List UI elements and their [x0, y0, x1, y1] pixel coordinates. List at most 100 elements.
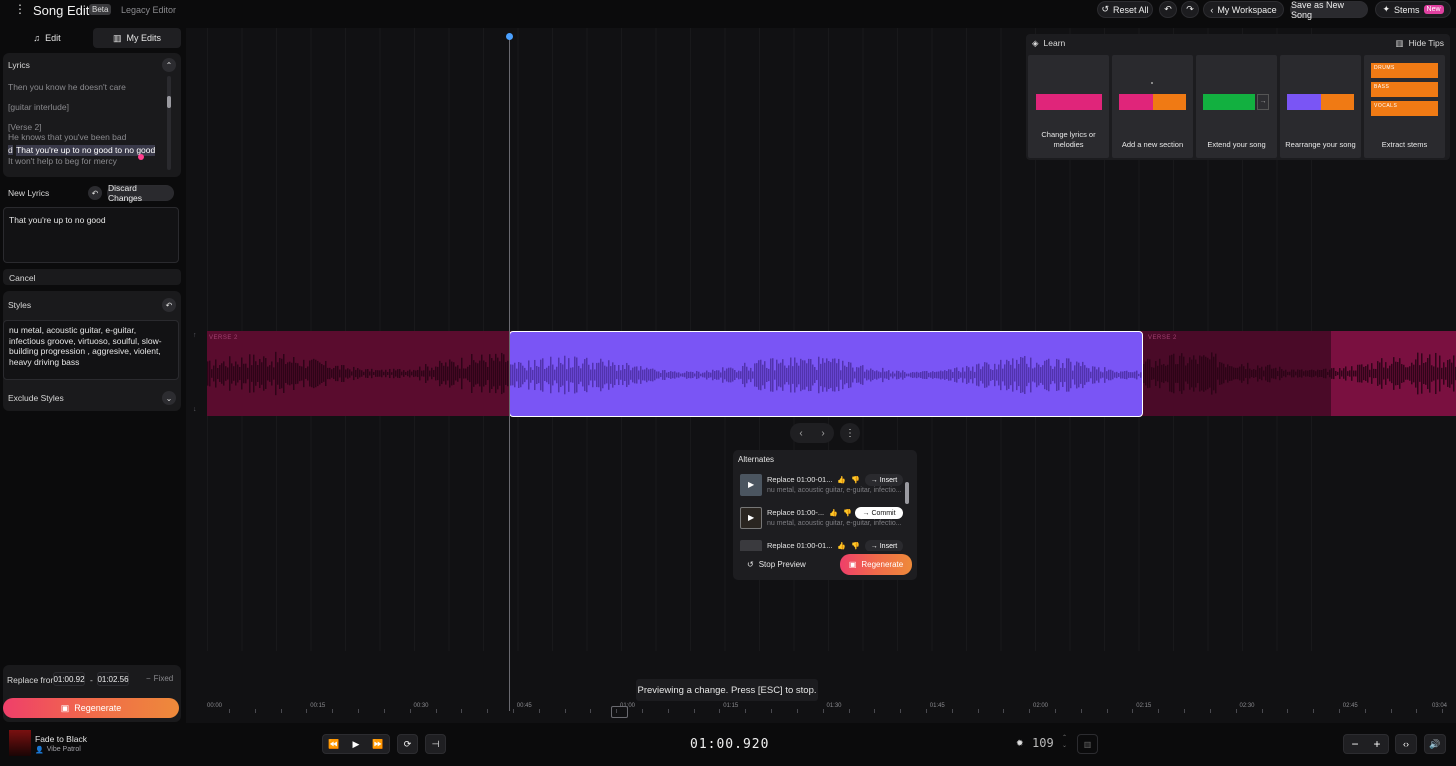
ruler-tick — [435, 709, 437, 713]
styles-input[interactable]: nu metal, acoustic guitar, e-guitar, inf… — [3, 320, 179, 380]
arrow-up-icon[interactable]: ↑ — [193, 332, 197, 339]
redo-icon: ↷ — [1186, 4, 1194, 14]
selected-region[interactable] — [509, 331, 1143, 417]
bpm-stepper[interactable]: ⌃ ⌄ — [1062, 734, 1067, 750]
learn-card-add-section[interactable]: Add a new section — [1112, 55, 1193, 158]
learn-card-extract-stems[interactable]: DRUMS BASS VOCALS Extract stems — [1364, 55, 1445, 158]
alternates-title: Alternates — [738, 455, 775, 464]
playhead-handle[interactable] — [506, 33, 513, 40]
play-icon[interactable]: ▶ — [345, 739, 367, 750]
legacy-editor-link[interactable]: Legacy Editor — [121, 5, 176, 15]
tab-my-edits[interactable]: ▥ My Edits — [93, 28, 181, 48]
volume-button[interactable]: 🔊 — [1424, 734, 1446, 754]
ruler-tick — [1055, 709, 1056, 713]
learn-card-rearrange[interactable]: Rearrange your song — [1280, 55, 1361, 158]
new-lyrics-input[interactable]: That you're up to no good — [3, 207, 179, 263]
time-ruler[interactable]: 00:00 00:15 00:30 00:45 01:00 01:15 01:30 01:45… — [207, 703, 1456, 720]
ruler-tick — [642, 709, 643, 713]
regenerate-button[interactable]: ▣ Regenerate — [3, 698, 179, 718]
fixed-toggle[interactable]: − Fixed — [146, 674, 173, 683]
thumbs-up-icon[interactable]: 👍 — [837, 542, 846, 550]
my-workspace-button[interactable]: ‹ My Workspace — [1203, 1, 1284, 18]
song-title[interactable]: Fade to Black — [35, 734, 87, 744]
alternates-popup: Alternates ▶ Replace 01:00-01... nu meta… — [733, 450, 917, 580]
library-icon: ▥ — [112, 32, 122, 43]
zoom-in-icon[interactable]: + — [1366, 737, 1388, 751]
ruler-time-label: 01:45 — [929, 703, 945, 709]
ruler-tick — [977, 709, 979, 713]
ruler-tick — [1364, 709, 1366, 713]
region-options-button[interactable]: ⋮ — [840, 423, 860, 443]
artist-line[interactable]: 👤 Vibe Patrol — [35, 746, 81, 754]
arrow-down-icon[interactable]: ↓ — [193, 406, 197, 413]
stop-preview-button[interactable]: ↺ Stop Preview — [747, 560, 806, 569]
redo-button[interactable]: ↷ — [1181, 1, 1199, 18]
ruler-tick — [874, 709, 876, 713]
play-icon[interactable]: ▶ — [748, 480, 754, 489]
chevron-right-icon[interactable]: › — [821, 428, 824, 439]
thumbs-up-icon[interactable]: 👍 — [837, 476, 846, 484]
alternate-row[interactable]: Replace 01:00-01... 👍 👎 → Insert — [739, 539, 905, 551]
fast-forward-icon[interactable]: ⏩ — [367, 739, 389, 750]
ruler-tick — [1261, 709, 1263, 713]
thumbs-down-icon[interactable]: 👎 — [851, 476, 860, 484]
album-art[interactable] — [9, 730, 31, 756]
ruler-time-label: 00:30 — [413, 703, 429, 709]
chevron-left-icon[interactable]: ‹ — [799, 428, 802, 439]
loop-button[interactable]: ⟳ — [397, 734, 418, 754]
reset-styles-button[interactable]: ↶ — [162, 298, 176, 312]
ruler-time-label: 02:45 — [1342, 703, 1358, 709]
ruler-tick — [822, 709, 824, 713]
preview-toast: Previewing a change. Press [ESC] to stop… — [636, 679, 818, 701]
cancel-button[interactable]: Cancel — [9, 273, 35, 283]
metronome-icon[interactable]: ✹ — [1016, 738, 1024, 749]
alternate-thumbnail[interactable] — [740, 540, 762, 551]
waveform-view-button[interactable]: ▥ — [1077, 734, 1098, 754]
scroll-thumb[interactable] — [167, 96, 171, 108]
alternate-row[interactable]: ▶ Replace 01:00-01... nu metal, acoustic… — [739, 473, 905, 499]
thumbs-down-icon[interactable]: 👎 — [843, 509, 852, 517]
lyrics-scrollbar[interactable] — [167, 76, 171, 170]
learn-card-change-lyrics[interactable]: Change lyrics or melodies — [1028, 55, 1109, 158]
ruler-tick — [358, 709, 360, 713]
thumbs-down-icon[interactable]: 👎 — [851, 542, 860, 550]
alternate-row[interactable]: ▶ Replace 01:00-... nu metal, acoustic g… — [739, 506, 905, 532]
playhead[interactable] — [509, 36, 510, 711]
cursor-marker — [138, 154, 144, 160]
insert-button[interactable]: → Insert — [865, 540, 903, 551]
commit-button[interactable]: → Commit — [855, 507, 903, 519]
save-as-new-song-button[interactable]: Save as New Song — [1290, 0, 1368, 20]
lyrics-label: Lyrics — [8, 60, 30, 70]
reset-all-button[interactable]: ↺ Reset All — [1097, 1, 1153, 18]
split-button[interactable]: ⊣ — [425, 734, 446, 754]
rewind-icon[interactable]: ⏪ — [323, 739, 345, 750]
exclude-styles-label[interactable]: Exclude Styles — [8, 393, 64, 403]
zoom-out-icon[interactable]: − — [1344, 737, 1366, 751]
hide-tips-button[interactable]: ▥ Hide Tips — [1396, 38, 1444, 49]
ruler-tick — [745, 709, 747, 713]
stems-button[interactable]: ✦ Stems New — [1375, 1, 1451, 18]
collapse-lyrics-button[interactable]: ⌃ — [162, 58, 176, 72]
ruler-time-label: 02:00 — [1033, 703, 1049, 709]
fit-width-button[interactable]: ‹› — [1395, 734, 1417, 754]
bpm-value[interactable]: 109 — [1032, 736, 1054, 750]
undo-button[interactable]: ↶ — [1159, 1, 1177, 18]
tab-edit[interactable]: ♫ Edit — [3, 28, 91, 48]
undo-icon: ↶ — [1164, 4, 1172, 14]
thumbs-up-icon[interactable]: 👍 — [829, 509, 838, 517]
discard-changes-button[interactable]: Discard Changes — [107, 183, 174, 203]
revert-lyrics-button[interactable]: ↶ — [88, 186, 102, 200]
ruler-playhead-marker[interactable] — [611, 706, 628, 718]
alternates-scrollbar[interactable] — [905, 472, 909, 548]
replace-from-label: Replace from — [7, 675, 58, 685]
play-icon[interactable]: ▶ — [748, 513, 754, 522]
expand-exclude-button[interactable]: ⌄ — [162, 391, 176, 405]
learn-seg — [1036, 94, 1102, 110]
replace-start-input[interactable]: 01:00.92 — [53, 672, 85, 686]
replace-end-input[interactable]: 01:02.56 — [97, 672, 129, 686]
menu-kebab-icon[interactable]: ⋮ — [14, 2, 26, 16]
volume-icon: 🔊 — [1429, 738, 1441, 749]
learn-card-extend[interactable]: → Extend your song — [1196, 55, 1277, 158]
alternates-regenerate-button[interactable]: ▣ Regenerate — [840, 554, 912, 575]
insert-button[interactable]: → Insert — [865, 474, 903, 486]
